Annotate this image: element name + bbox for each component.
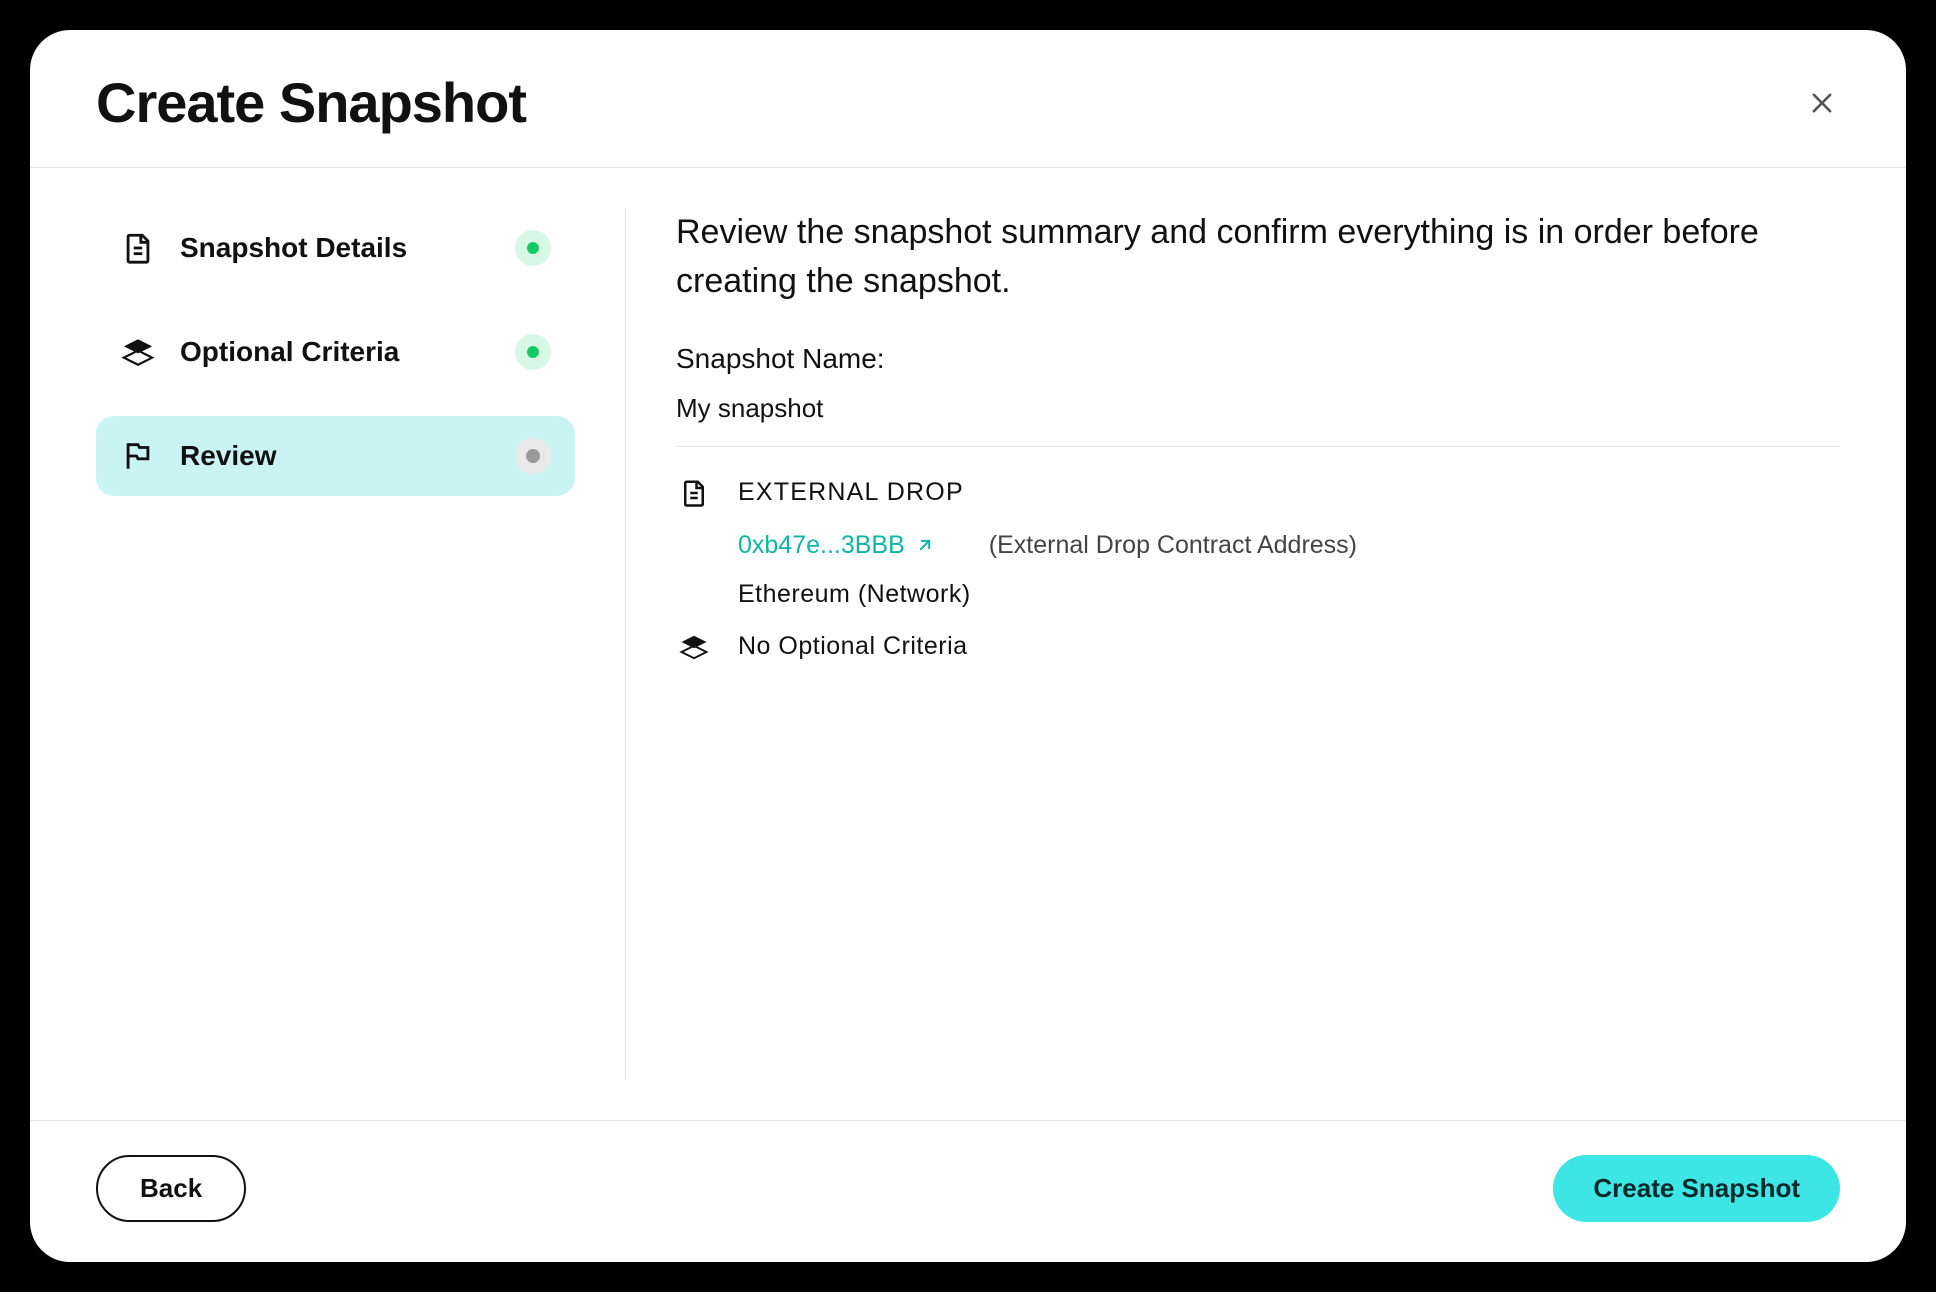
step-review[interactable]: Review [96, 416, 575, 496]
modal-header: Create Snapshot [30, 30, 1906, 168]
external-drop-label: EXTERNAL DROP [738, 478, 964, 507]
layers-icon [676, 629, 712, 665]
step-snapshot-details[interactable]: Snapshot Details [96, 208, 575, 288]
modal-footer: Back Create Snapshot [30, 1120, 1906, 1262]
external-drop-row: EXTERNAL DROP [676, 475, 1840, 511]
snapshot-name-label: Snapshot Name: [676, 343, 1840, 375]
create-snapshot-modal: Create Snapshot Snapshot Details [30, 30, 1906, 1262]
document-icon [676, 475, 712, 511]
network-text: Ethereum (Network) [738, 580, 971, 609]
close-button[interactable] [1804, 85, 1840, 121]
snapshot-name-value: My snapshot [676, 393, 1840, 447]
step-label: Optional Criteria [180, 336, 491, 368]
optional-criteria-row: No Optional Criteria [676, 629, 1840, 665]
contract-address-link[interactable]: 0xb47e...3BBB [738, 531, 935, 560]
network-row: Ethereum (Network) [676, 580, 1840, 609]
external-link-icon [915, 535, 935, 555]
document-icon [120, 230, 156, 266]
back-button[interactable]: Back [96, 1155, 246, 1222]
optional-criteria-text: No Optional Criteria [738, 632, 968, 661]
close-icon [1808, 89, 1836, 117]
contract-address-row: 0xb47e...3BBB (External Drop Contract Ad… [676, 531, 1840, 560]
modal-title: Create Snapshot [96, 70, 526, 135]
status-dot-current [515, 438, 551, 474]
flag-icon [120, 438, 156, 474]
review-panel: Review the snapshot summary and confirm … [626, 208, 1840, 1080]
summary-block: EXTERNAL DROP 0xb47e...3BBB (External Dr… [676, 475, 1840, 665]
review-instruction: Review the snapshot summary and confirm … [676, 208, 1840, 307]
contract-address-hint: (External Drop Contract Address) [989, 531, 1357, 560]
step-label: Review [180, 440, 491, 472]
layers-icon [120, 334, 156, 370]
create-snapshot-button[interactable]: Create Snapshot [1553, 1155, 1840, 1222]
modal-body: Snapshot Details Optional Criteria [30, 168, 1906, 1120]
status-dot-done [515, 334, 551, 370]
steps-sidebar: Snapshot Details Optional Criteria [96, 208, 626, 1080]
step-optional-criteria[interactable]: Optional Criteria [96, 312, 575, 392]
step-label: Snapshot Details [180, 232, 491, 264]
contract-address-text: 0xb47e...3BBB [738, 531, 905, 560]
status-dot-done [515, 230, 551, 266]
